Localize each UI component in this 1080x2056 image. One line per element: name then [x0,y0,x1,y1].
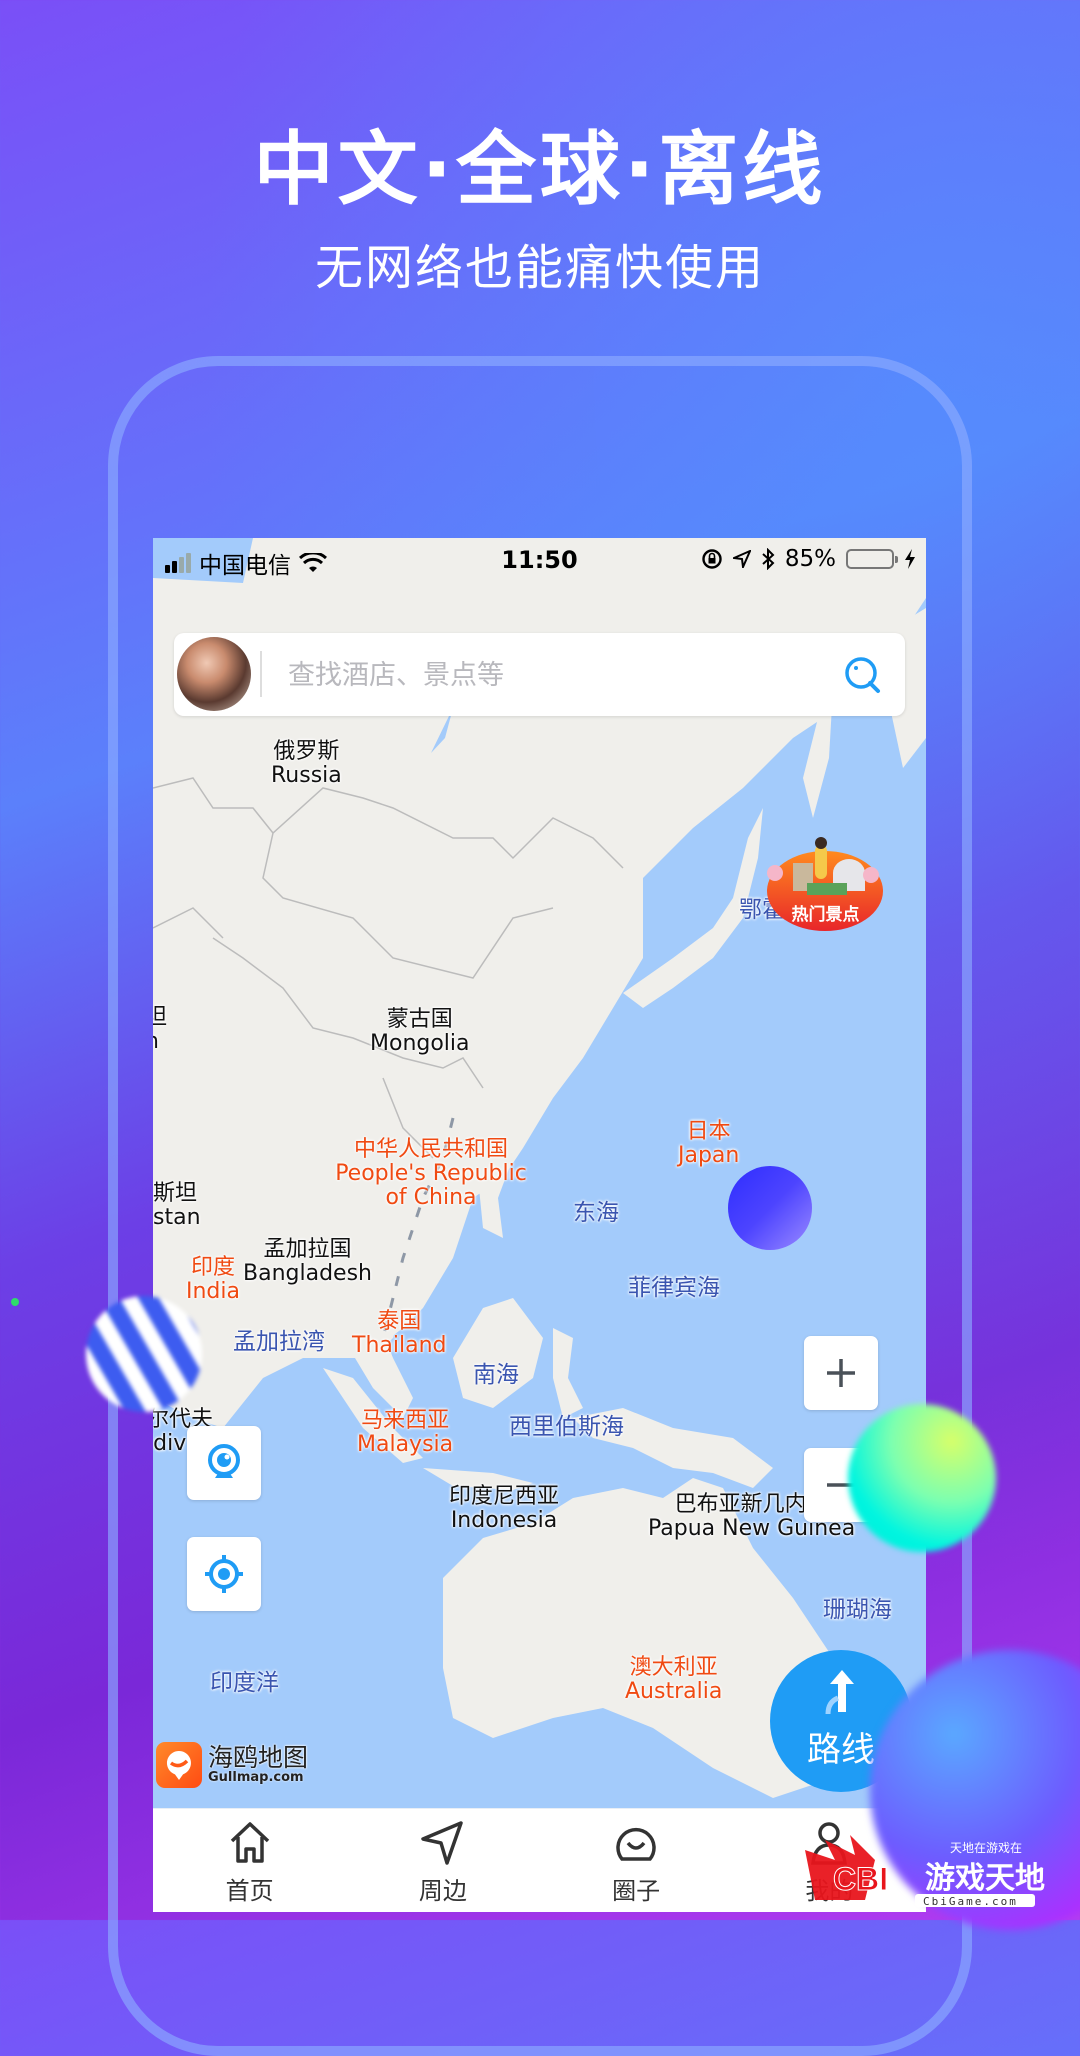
sea-label-coral-sea: 珊瑚海 [823,1597,892,1623]
brand-logo: 海鸥地图 Gullmap.com [156,1742,308,1788]
label-cn: 斯坦 [153,1181,198,1206]
label-en: Russia [271,762,342,788]
label-cn: 泰国 [377,1309,422,1334]
search-icon[interactable] [843,655,883,695]
avatar-divider [260,651,262,697]
map-label-malaysia[interactable]: 马来西亚 Malaysia [357,1409,453,1457]
label-cn: 坦 [153,1005,168,1030]
home-icon [230,1822,269,1863]
map-label-partial-n[interactable]: 坦 n [153,1006,167,1054]
map-label-india[interactable]: 印度 India [186,1256,240,1304]
label-cn: 印度尼西亚 [449,1484,560,1509]
label-cn: 澳大利亚 [629,1655,718,1680]
label-en: Indonesia [450,1507,558,1533]
sea-label-south-china-sea: 南海 [473,1362,519,1388]
label-en: n [153,1029,167,1054]
map-label-china[interactable]: 中华人民共和国 People's Republic of China [331,1138,531,1209]
phone-screen: 中国电信 11:50 85% 查找酒店、景点等 俄罗斯 Russia 蒙古国 M… [153,538,926,1912]
map-label-partial-stan[interactable]: 斯坦 stan [153,1182,201,1230]
label-en: Japan [678,1142,740,1168]
user-avatar[interactable] [177,637,251,711]
sea-label-philippine-sea: 菲律宾海 [628,1275,720,1301]
map-label-thailand[interactable]: 泰国 Thailand [352,1310,446,1358]
watermark-domain: CbiGame.com [923,1895,1018,1908]
rotation-lock-icon [702,549,722,569]
label-cn: 马来西亚 [361,1408,450,1433]
label-en: Malaysia [357,1431,454,1457]
tab-home[interactable]: 首页 [153,1809,346,1912]
decor-sphere-striped [86,1296,202,1412]
label-en: Thailand [352,1332,447,1358]
tab-circle-label: 圈子 [612,1877,661,1905]
send-icon [421,1821,463,1865]
search-input[interactable] [286,633,810,718]
label-cn: 印度 [190,1255,235,1280]
label-cn: 日本 [686,1119,731,1144]
label-en: stan [153,1204,201,1230]
brand-name: 海鸥地图 [208,1743,309,1772]
tab-nearby[interactable]: 周边 [346,1809,539,1912]
map-label-indonesia[interactable]: 印度尼西亚 Indonesia [449,1485,559,1533]
chat-circle-icon [616,1828,656,1861]
street-view-button[interactable] [187,1426,261,1500]
label-cn: 中华人民共和国 [353,1137,508,1162]
sea-label-east-china-sea: 东海 [573,1200,619,1226]
watermark-name: 游戏天地 [925,1861,1045,1896]
map-canvas[interactable] [153,538,926,1808]
tab-home-label: 首页 [225,1877,274,1905]
battery-icon [846,549,898,569]
crosshair-icon [205,1555,243,1593]
promo-headline: 中文·全球·离线 [253,123,827,216]
promo-subtitle: 无网络也能痛快使用 [314,240,765,296]
decor-dot-green [11,1298,19,1306]
watermark: CBI 天地在游戏在 游戏天地 CbiGame.com [805,1830,1055,1908]
decor-sphere-cyan [848,1404,996,1552]
map-label-japan[interactable]: 日本 Japan [678,1120,739,1168]
bluetooth-icon [762,548,775,570]
sea-label-celebes-sea: 西里伯斯海 [509,1414,624,1440]
plus-icon [827,1359,855,1387]
charging-icon [905,549,915,569]
locate-me-button[interactable] [187,1537,261,1611]
label-cn: 俄罗斯 [273,739,340,764]
map-label-mongolia[interactable]: 蒙古国 Mongolia [370,1008,470,1056]
camera-eye-icon [208,1444,240,1478]
decor-sphere-purple [728,1166,812,1250]
label-cn: 孟加拉国 [263,1237,352,1262]
tab-nearby-label: 周边 [418,1877,467,1905]
sea-label-bay-of-bengal: 孟加拉湾 [233,1329,325,1355]
hot-spots-label: 热门景点 [791,905,860,925]
zoom-in-button[interactable] [804,1336,878,1410]
gull-logo-icon [156,1742,202,1788]
brand-domain: Gullmap.com [208,1770,304,1785]
hot-spots-button[interactable]: 热门景点 [763,833,888,933]
label-en: Australia [625,1678,723,1704]
status-bar: 中国电信 11:50 85% [153,538,926,582]
label-cn: 蒙古国 [386,1007,453,1032]
map-label-bangladesh[interactable]: 孟加拉国 Bangladesh [243,1238,372,1286]
label-en: Bangladesh [243,1260,372,1286]
tab-circle[interactable]: 圈子 [540,1809,733,1912]
sea-label-indian-ocean: 印度洋 [210,1670,279,1696]
label-en: People's Republic of China [335,1160,527,1210]
map-label-russia[interactable]: 俄罗斯 Russia [271,740,342,788]
search-bar [174,633,905,718]
label-en: India [186,1278,240,1304]
watermark-tagline: 天地在游戏在 [950,1841,1022,1855]
label-en: Mongolia [370,1030,470,1056]
route-arrow-icon [825,1670,854,1715]
battery-percent: 85% [784,546,836,572]
location-arrow-icon [732,550,751,568]
map-label-australia[interactable]: 澳大利亚 Australia [625,1656,722,1704]
watermark-brand: CBI [833,1861,888,1897]
